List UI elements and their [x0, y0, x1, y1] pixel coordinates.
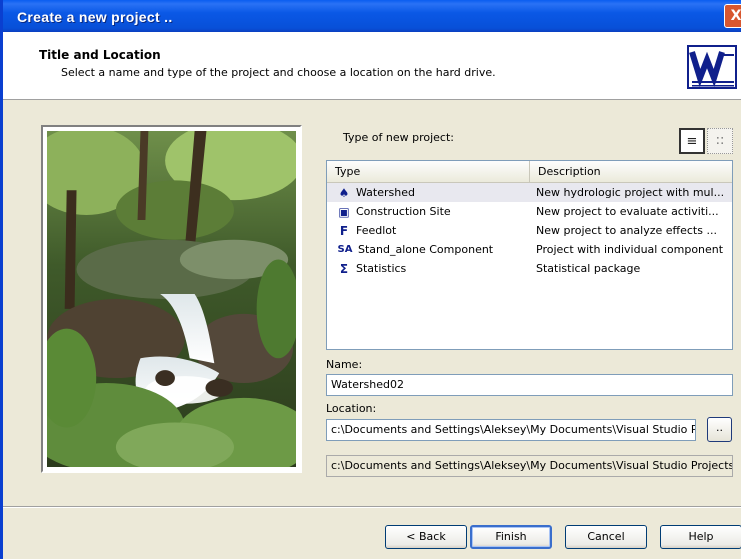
header-title: Title and Location — [39, 48, 161, 62]
item-type: Statistics — [356, 262, 407, 275]
window-title: Create a new project .. — [17, 9, 173, 25]
view-mode-buttons: ≡ :: — [679, 128, 733, 154]
location-label: Location: — [326, 402, 377, 415]
project-type-list[interactable]: Type Description ♠ Watershed New hydrolog… — [326, 160, 733, 350]
project-type-label: Type of new project: — [343, 131, 454, 144]
feedlot-icon: F — [339, 223, 349, 238]
close-button[interactable]: X — [724, 4, 741, 28]
column-header-type[interactable]: Type — [327, 161, 530, 183]
list-item-statistics[interactable]: Σ Statistics Statistical package — [327, 259, 732, 278]
back-button[interactable]: < Back — [385, 525, 467, 549]
item-description: New project to analyze effects ... — [536, 224, 717, 237]
browse-button[interactable]: .. — [707, 417, 732, 442]
statistics-icon: Σ — [339, 261, 349, 276]
project-image-frame — [41, 125, 302, 473]
full-path-display: c:\Documents and Settings\Aleksey\My Doc… — [326, 455, 733, 477]
cancel-button[interactable]: Cancel — [565, 525, 647, 549]
list-item-construction-site[interactable]: ▣ Construction Site New project to evalua… — [327, 202, 732, 221]
item-description: Project with individual component — [536, 243, 724, 256]
name-input[interactable]: Watershed02 — [326, 374, 733, 396]
waterfall-photo — [47, 131, 296, 467]
header-subtitle: Select a name and type of the project an… — [61, 66, 496, 79]
list-item-feedlot[interactable]: F Feedlot New project to analyze effects … — [327, 221, 732, 240]
location-input[interactable]: c:\Documents and Settings\Aleksey\My Doc… — [326, 419, 696, 441]
help-button[interactable]: Help — [660, 525, 741, 549]
construction-site-icon: ▣ — [338, 204, 350, 219]
item-description: New project to evaluate activiti... — [536, 205, 719, 218]
name-label: Name: — [326, 358, 363, 371]
large-icons-view-icon[interactable]: :: — [707, 128, 733, 154]
title-bar[interactable]: Create a new project .. X — [3, 0, 741, 32]
app-logo-icon — [687, 45, 737, 89]
standalone-component-icon: SA — [337, 243, 353, 255]
wizard-header: Title and Location Select a name and typ… — [3, 32, 741, 100]
details-view-icon[interactable]: ≡ — [679, 128, 705, 154]
finish-button[interactable]: Finish — [470, 525, 552, 549]
button-separator — [3, 506, 741, 508]
list-item-stand-alone-component[interactable]: SA Stand_alone Component Project with ind… — [327, 240, 732, 259]
item-type: Stand_alone Component — [358, 243, 494, 256]
item-type: Feedlot — [356, 224, 397, 237]
watershed-icon: ♠ — [338, 185, 350, 200]
column-header-description[interactable]: Description — [530, 161, 732, 183]
new-project-dialog: Create a new project .. X Title and Loca… — [0, 0, 741, 559]
list-header: Type Description — [327, 161, 732, 183]
item-type: Watershed — [356, 186, 415, 199]
list-item-watershed[interactable]: ♠ Watershed New hydrologic project with m… — [327, 183, 732, 202]
item-description: Statistical package — [536, 262, 641, 275]
item-description: New hydrologic project with mul... — [536, 186, 725, 199]
item-type: Construction Site — [356, 205, 451, 218]
